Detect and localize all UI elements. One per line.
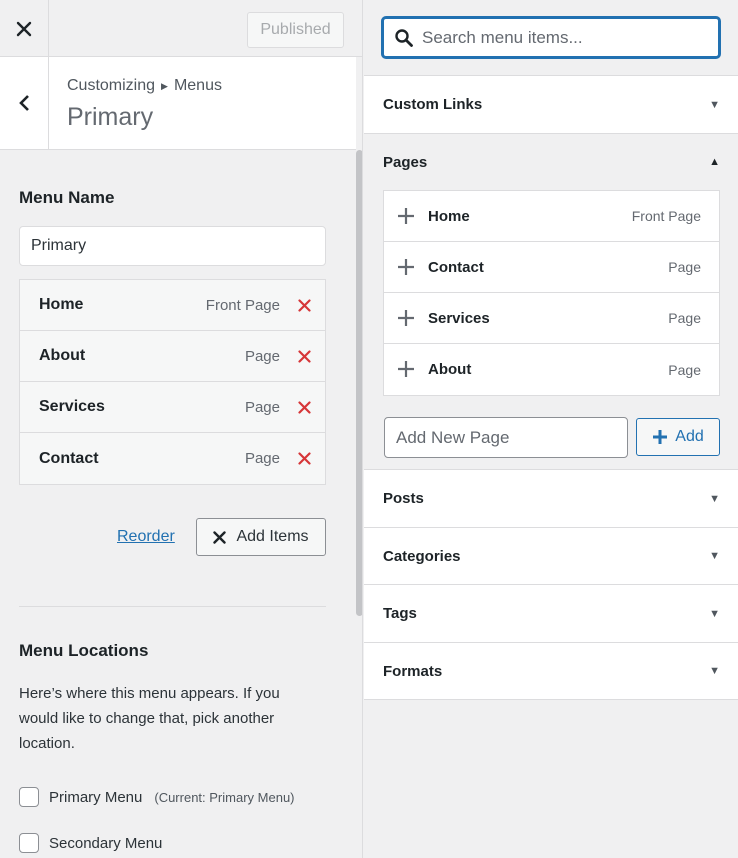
remove-menu-item-button[interactable] [295, 347, 313, 365]
panel-label: Posts [383, 490, 424, 507]
panel-pages: Pages ▲ Home Front Page Contact Page Ser… [364, 134, 738, 470]
divider [19, 606, 326, 607]
menu-item-type: Page [244, 347, 280, 365]
pages-list: Home Front Page Contact Page Services Pa… [383, 190, 720, 396]
panel-categories[interactable]: Categories ▼ [364, 528, 738, 585]
search-icon [395, 29, 413, 47]
close-customizer-button[interactable] [0, 0, 49, 57]
location-option-secondary[interactable]: Secondary Menu [19, 833, 162, 853]
page-type: Front Page [631, 208, 701, 224]
add-page-button[interactable]: Add [636, 418, 720, 456]
plus-icon [398, 361, 414, 377]
page-title: Primary [67, 103, 154, 131]
new-page-input[interactable]: Add New Page [384, 417, 628, 458]
menu-name-heading: Menu Name [19, 188, 115, 207]
list-item[interactable]: About Page [384, 344, 719, 395]
panel-formats[interactable]: Formats ▼ [364, 643, 738, 700]
plus-icon [653, 430, 668, 444]
add-items-button[interactable]: Add Items [196, 518, 326, 556]
caret-down-icon: ▼ [709, 665, 720, 677]
caret-up-icon: ▲ [709, 156, 720, 168]
panel-pages-header[interactable]: Pages ▲ [364, 134, 738, 190]
menu-item-type: Page [244, 398, 280, 416]
caret-down-icon: ▼ [709, 607, 720, 620]
back-button[interactable] [0, 57, 49, 149]
menu-item[interactable]: Contact Page [20, 433, 325, 484]
location-option-primary[interactable]: Primary Menu (Current: Primary Menu) [19, 787, 295, 807]
location-current-note: (Current: Primary Menu) [154, 789, 295, 805]
breadcrumb-root: Customizing [67, 77, 156, 94]
plus-icon [398, 310, 414, 326]
page-type: Page [668, 310, 701, 326]
page-label: Services [428, 309, 490, 327]
list-item[interactable]: Home Front Page [384, 191, 719, 242]
menu-item-type: Front Page [205, 296, 280, 314]
delete-x-icon [297, 400, 311, 414]
list-item[interactable]: Contact Page [384, 242, 719, 293]
search-area [364, 0, 738, 76]
chevron-left-icon [19, 95, 29, 111]
close-icon [16, 21, 32, 36]
breadcrumb: Customizing ▶ Menus [67, 77, 222, 95]
menu-item-label: Home [39, 296, 84, 313]
page-label: Contact [428, 258, 484, 276]
menu-item[interactable]: About Page [20, 331, 325, 382]
panel-custom-links[interactable]: Custom Links ▼ [364, 76, 738, 134]
menu-item-label: Services [39, 398, 105, 415]
list-item[interactable]: Services Page [384, 293, 719, 344]
page-type: Page [668, 259, 701, 275]
delete-x-icon [297, 298, 311, 312]
panel-label: Categories [383, 547, 461, 565]
menu-item[interactable]: Services Page [20, 382, 325, 433]
menu-name-input[interactable]: Primary [19, 226, 326, 266]
location-label: Secondary Menu [49, 834, 163, 852]
customizer-topbar: Published [0, 0, 362, 57]
menu-items-list: Home Front Page About Page Services Page… [19, 279, 326, 485]
customizer-sidebar: Published Customizing ▶ Menus Primary Me… [0, 0, 363, 858]
search-box[interactable] [382, 17, 720, 58]
page-label: About [428, 361, 472, 378]
caret-down-icon: ▼ [709, 492, 720, 505]
panel-label: Pages [383, 153, 428, 171]
panel-posts[interactable]: Posts ▼ [364, 470, 738, 528]
available-menu-items-panel: Custom Links ▼ Pages ▲ Home Front Page C… [364, 0, 738, 858]
reorder-link[interactable]: Reorder [117, 528, 175, 546]
location-checkbox[interactable] [19, 833, 39, 853]
menu-item-label: Contact [39, 449, 99, 467]
section-header: Customizing ▶ Menus Primary [0, 57, 356, 150]
menu-locations-heading: Menu Locations [19, 641, 149, 660]
plus-icon [398, 259, 414, 275]
breadcrumb-separator-icon: ▶ [161, 80, 168, 91]
delete-x-icon [297, 349, 311, 363]
plus-icon [398, 208, 414, 224]
breadcrumb-current: Menus [173, 77, 222, 94]
add-page-label: Add [675, 428, 704, 445]
remove-menu-item-button[interactable] [295, 398, 313, 416]
menu-item-type: Page [244, 450, 280, 467]
location-label: Primary Menu [49, 788, 143, 806]
remove-menu-item-button[interactable] [295, 449, 313, 467]
published-button[interactable]: Published [247, 12, 344, 48]
panel-label: Tags [383, 605, 417, 622]
remove-menu-item-button[interactable] [295, 296, 313, 314]
caret-down-icon: ▼ [709, 98, 720, 111]
panel-label: Custom Links [383, 96, 483, 113]
delete-x-icon [297, 451, 311, 465]
page-label: Home [428, 207, 470, 225]
menu-item[interactable]: Home Front Page [20, 280, 325, 331]
location-checkbox[interactable] [19, 787, 39, 807]
search-input[interactable] [420, 26, 700, 49]
caret-down-icon: ▼ [709, 550, 720, 562]
panel-label: Formats [383, 662, 443, 680]
panel-tags[interactable]: Tags ▼ [364, 585, 738, 643]
menu-item-label: About [39, 347, 86, 364]
menu-locations-description: Here’s where this menu appears. If you w… [19, 685, 280, 752]
close-icon [213, 530, 227, 544]
add-items-label: Add Items [236, 528, 309, 545]
scrollbar[interactable] [356, 150, 362, 616]
page-type: Page [668, 361, 701, 378]
